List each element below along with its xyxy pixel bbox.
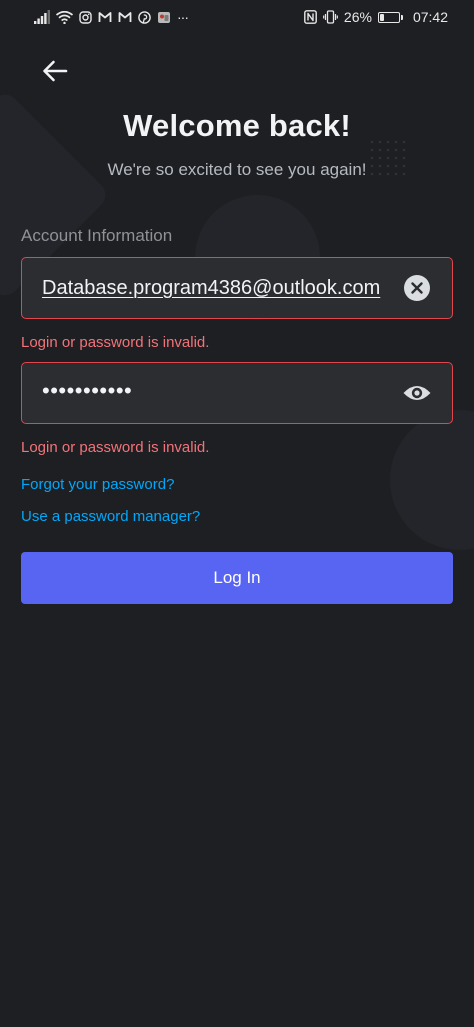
- clear-email-button[interactable]: [404, 275, 430, 301]
- battery-cap: [400, 14, 403, 20]
- pinterest-icon: [138, 9, 151, 25]
- account-information-label: Account Information: [21, 226, 173, 245]
- page-title: Welcome back!: [123, 108, 351, 143]
- email-error-message: Login or password is invalid.: [21, 334, 210, 351]
- back-button[interactable]: [36, 52, 74, 90]
- password-manager-link[interactable]: Use a password manager?: [21, 508, 200, 525]
- show-password-button[interactable]: [400, 376, 434, 410]
- status-bar-right: 26% 07:42: [304, 9, 448, 25]
- battery-percent: 26%: [343, 9, 372, 25]
- login-screen: ··· 26% 07:42 Welcome back! We're so exc…: [0, 0, 474, 1027]
- gmail-icon: [98, 9, 112, 25]
- login-button[interactable]: Log In: [21, 552, 453, 604]
- vibrate-icon: [323, 9, 338, 25]
- status-bar: ··· 26% 07:42: [0, 0, 474, 34]
- forgot-password-link[interactable]: Forgot your password?: [21, 476, 174, 493]
- email-value-text: Database.program4386@outlook.com: [42, 276, 381, 299]
- password-error-message: Login or password is invalid.: [21, 439, 210, 456]
- email-field-value[interactable]: Database.program4386@outlook.com: [42, 277, 388, 300]
- gmail-icon: [118, 9, 132, 25]
- status-bar-left: ···: [34, 9, 189, 25]
- clear-icon: [411, 282, 423, 294]
- signal-icon: [34, 9, 50, 25]
- eye-icon: [403, 386, 431, 400]
- battery-fill: [379, 13, 385, 21]
- page-subtitle: We're so excited to see you again!: [107, 160, 367, 179]
- status-time: 07:42: [412, 9, 448, 25]
- background-circle-shape-right: [390, 410, 474, 550]
- arrow-left-icon: [43, 60, 68, 82]
- password-field-value[interactable]: •••••••••••: [22, 378, 388, 404]
- instagram-icon: [79, 9, 92, 25]
- nfc-icon: [304, 9, 317, 25]
- more-icon: ···: [177, 9, 189, 25]
- email-field[interactable]: Database.program4386@outlook.com: [21, 257, 453, 319]
- battery-body: [377, 11, 400, 23]
- password-field[interactable]: •••••••••••: [21, 362, 453, 424]
- wifi-icon: [56, 9, 73, 25]
- app-notification-icon: [157, 9, 171, 25]
- battery-icon: [377, 11, 403, 23]
